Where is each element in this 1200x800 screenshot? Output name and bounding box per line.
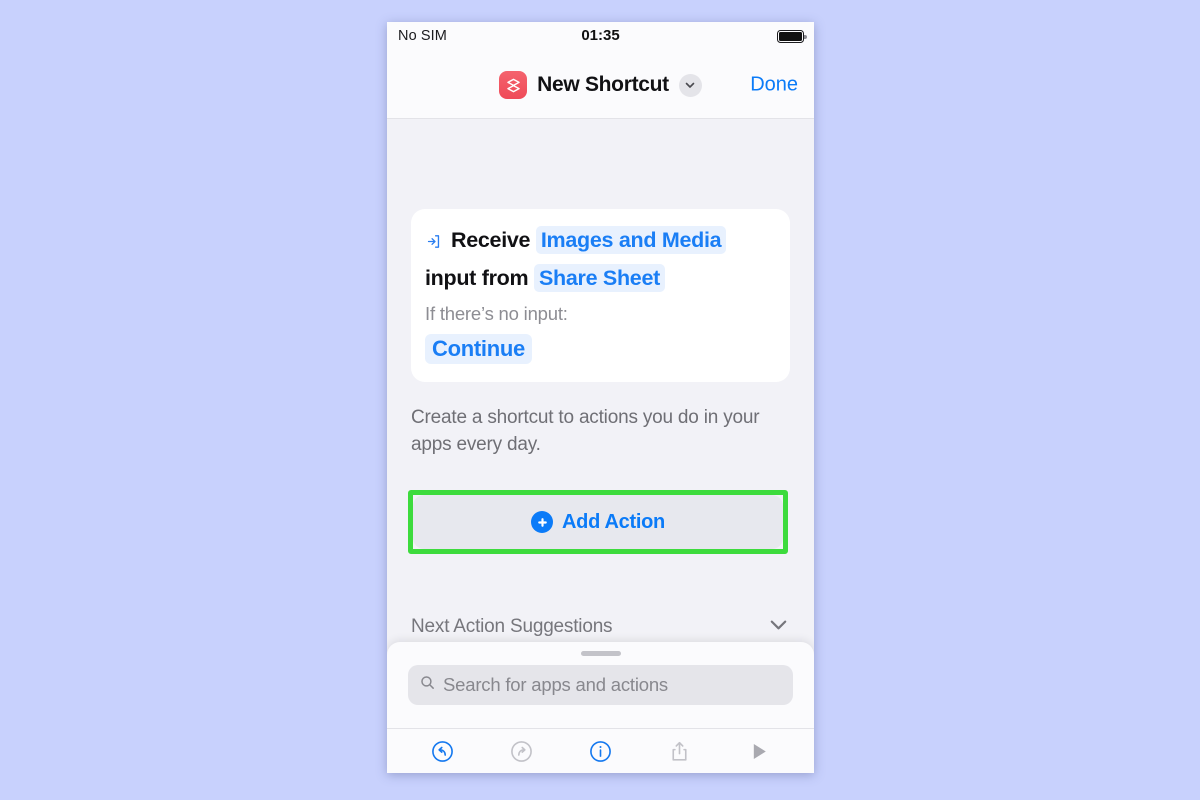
done-button[interactable]: Done: [750, 74, 798, 97]
chevron-down-icon[interactable]: [678, 73, 702, 97]
share-icon: [662, 733, 698, 769]
next-action-suggestions-title: Next Action Suggestions: [411, 616, 613, 637]
search-placeholder: Search for apps and actions: [443, 674, 668, 695]
drag-handle[interactable]: [580, 651, 621, 656]
receive-statement: Receive Images and Media input from Shar…: [425, 223, 776, 296]
info-icon[interactable]: [583, 733, 619, 769]
phone-screen: No SIM 01:35 New Shortcut Done Receive I…: [387, 22, 814, 773]
page-title: New Shortcut: [537, 73, 669, 96]
receive-keyword: Receive: [451, 228, 531, 252]
action-search-drawer: Search for apps and actions: [387, 642, 814, 728]
input-from-keyword: input from: [425, 266, 529, 290]
search-icon: [419, 674, 436, 696]
bottom-toolbar: [387, 728, 814, 773]
search-input[interactable]: Search for apps and actions: [408, 665, 793, 705]
input-source-token[interactable]: Share Sheet: [533, 264, 665, 292]
add-action-button[interactable]: Add Action: [413, 495, 783, 549]
shortcuts-app-icon: [499, 71, 528, 99]
plus-circle-icon: [531, 511, 554, 533]
no-input-label: If there’s no input:: [425, 303, 568, 324]
status-bar-right: [777, 30, 807, 43]
receive-input-icon: [425, 226, 442, 261]
chevron-down-icon[interactable]: [767, 613, 790, 641]
clock-label: 01:35: [581, 27, 620, 44]
shortcut-description: Create a shortcut to actions you do in y…: [411, 407, 760, 455]
no-input-value-token[interactable]: Continue: [425, 334, 532, 364]
shortcut-title-group[interactable]: New Shortcut: [499, 71, 702, 99]
next-action-suggestions-header[interactable]: Next Action Suggestions: [411, 613, 790, 641]
redo-icon: [504, 733, 540, 769]
status-bar: No SIM 01:35: [387, 22, 814, 52]
input-type-token[interactable]: Images and Media: [535, 226, 727, 254]
play-icon: [741, 733, 777, 769]
undo-icon[interactable]: [425, 733, 461, 769]
screenshot-canvas: No SIM 01:35 New Shortcut Done Receive I…: [0, 0, 1200, 800]
battery-full-icon: [777, 30, 807, 43]
receive-input-card[interactable]: Receive Images and Media input from Shar…: [411, 209, 790, 382]
navigation-bar: New Shortcut Done: [387, 52, 814, 119]
add-action-label: Add Action: [562, 510, 665, 533]
